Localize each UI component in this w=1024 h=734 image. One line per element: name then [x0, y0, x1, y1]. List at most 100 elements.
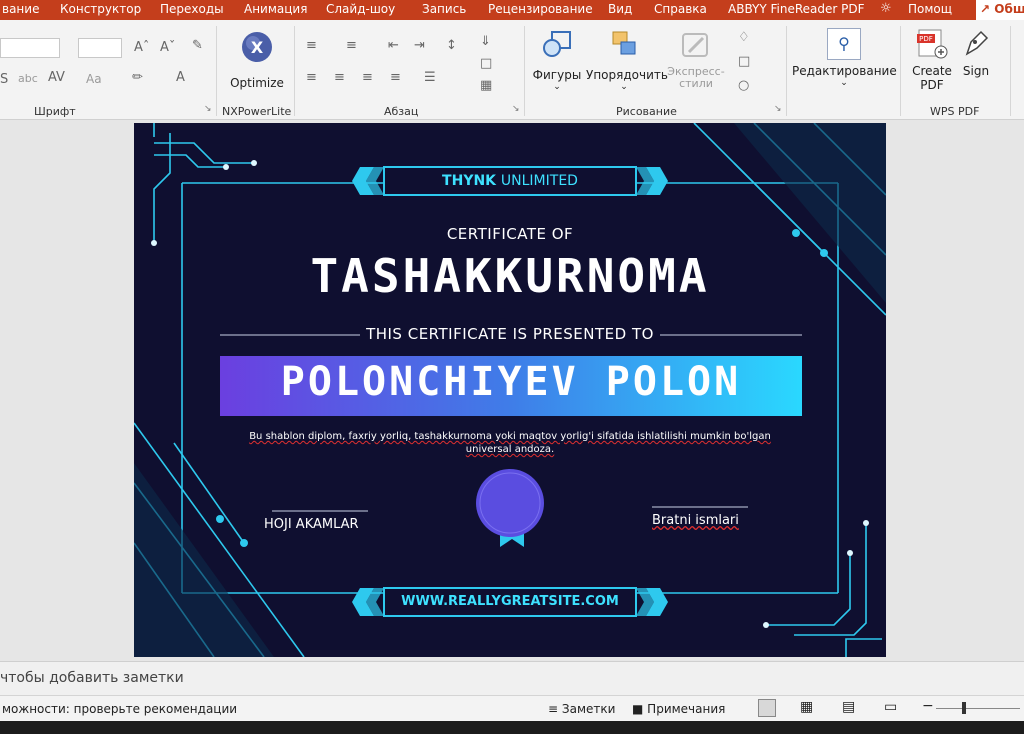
lightbulb-icon[interactable]: ☼ [880, 1, 892, 16]
smartart-icon[interactable]: ▦ [480, 78, 492, 93]
shapes-button[interactable]: Фигуры ⌄ [532, 30, 582, 100]
increase-indent-icon[interactable]: ⇥ [414, 38, 425, 53]
svg-text:PDF: PDF [919, 35, 933, 43]
comment-icon: ■ [632, 702, 644, 716]
menu-bar: вание Конструктор Переходы Анимация Слай… [0, 0, 1024, 20]
brand-light: UNLIMITED [500, 173, 578, 189]
text-direction-icon[interactable]: ⇓ [480, 34, 491, 49]
change-case-icon[interactable]: Aa [86, 72, 102, 86]
normal-view-icon[interactable] [758, 699, 776, 717]
create-pdf-button[interactable]: PDF Create PDF [910, 28, 954, 104]
share-icon: ↗ [980, 2, 991, 16]
columns-icon[interactable]: ☰ [424, 70, 436, 85]
align-text-icon[interactable]: □ [480, 56, 492, 71]
zoom-slider[interactable] [936, 708, 1020, 709]
shape-fill-icon[interactable]: ♢ [738, 30, 750, 45]
notes-toggle-button[interactable]: ≡ Заметки [548, 702, 615, 716]
group-label-wps: WPS PDF [930, 105, 980, 118]
create-pdf-label-2: PDF [920, 78, 944, 92]
slide-sorter-icon[interactable]: ▦ [800, 699, 813, 715]
editing-button[interactable]: ⚲ Редактирование ⌄ [792, 28, 897, 100]
notes-pane[interactable]: чтобы добавить заметки [0, 661, 1024, 695]
signer-right: Bratni ismlari [652, 513, 739, 528]
certificate-title: TASHAKKURNOMA [310, 249, 710, 303]
pdf-icon: PDF [917, 29, 948, 59]
ribbon: Aˆ Aˇ ✎ S abc AV Aa ✏ A Шрифт ↘ X Optimi… [0, 20, 1024, 120]
optimize-button[interactable]: X Optimize [226, 30, 288, 90]
group-label-paragraph: Абзац [384, 105, 419, 118]
certificate-of-text: CERTIFICATE OF [446, 225, 574, 243]
sign-button[interactable]: Sign [958, 28, 994, 98]
decrease-indent-icon[interactable]: ⇤ [388, 38, 399, 53]
recipient-name: POLONCHIYEV POLON [280, 359, 742, 405]
shapes-icon [543, 31, 571, 57]
separator [786, 26, 787, 116]
align-center-icon[interactable]: ≡ [334, 70, 345, 85]
dialog-launcher-icon[interactable]: ↘ [774, 104, 782, 114]
zoom-slider-thumb[interactable] [962, 702, 966, 714]
dialog-launcher-icon[interactable]: ↘ [512, 104, 520, 114]
decrease-font-icon[interactable]: Aˇ [160, 40, 175, 55]
numbering-icon[interactable]: ≡ [346, 38, 357, 53]
menu-tab-animation[interactable]: Анимация [244, 2, 307, 16]
search-icon: ⚲ [827, 28, 861, 60]
optimize-label: Optimize [230, 76, 284, 90]
share-button[interactable]: ↗ Общ [976, 0, 1024, 20]
menu-tab-view[interactable]: Вид [608, 2, 632, 16]
menu-tab-help-search[interactable]: Помощ [908, 2, 952, 16]
accessibility-status[interactable]: можности: проверьте рекомендации [2, 702, 237, 716]
separator [900, 26, 901, 116]
font-name-dropdown[interactable] [0, 38, 60, 58]
menu-tab-slideshow[interactable]: Слайд-шоу [326, 2, 395, 16]
pen-sign-icon [965, 30, 989, 56]
menu-tab-abbyy[interactable]: ABBYY FineReader PDF [728, 2, 865, 16]
sign-label: Sign [962, 64, 990, 78]
bold-icon[interactable]: S [0, 72, 8, 87]
chevron-down-icon: ⌄ [840, 78, 848, 88]
shape-outline-icon[interactable]: □ [738, 54, 750, 69]
dialog-launcher-icon[interactable]: ↘ [204, 104, 212, 114]
menu-tab-constructor[interactable]: Конструктор [60, 2, 141, 16]
arrange-button[interactable]: Упорядочить ⌄ [586, 30, 668, 100]
shape-effects-icon[interactable]: ○ [738, 78, 749, 93]
increase-font-icon[interactable]: Aˆ [134, 40, 149, 55]
certificate-description: Bu shablon diplom, faxriy yorliq, tashak… [249, 431, 771, 455]
slideshow-icon[interactable]: ▭ [884, 699, 897, 715]
editing-label: Редактирование [792, 64, 897, 78]
menu-tab-design[interactable]: вание [2, 2, 39, 16]
font-size-dropdown[interactable] [78, 38, 122, 58]
clear-format-icon[interactable]: ✎ [192, 38, 203, 53]
align-right-icon[interactable]: ≡ [362, 70, 373, 85]
justify-icon[interactable]: ≡ [390, 70, 401, 85]
menu-tab-record[interactable]: Запись [422, 2, 466, 16]
brand-name: THYNK UNLIMITED [384, 167, 636, 195]
presented-to-text: THIS CERTIFICATE IS PRESENTED TO [366, 325, 654, 343]
chevron-down-icon: ⌄ [620, 82, 628, 92]
arrange-label: Упорядочить [586, 68, 668, 82]
font-color-icon[interactable]: A [176, 70, 185, 85]
menu-tab-help[interactable]: Справка [654, 2, 707, 16]
strikethrough-icon[interactable]: abc [18, 72, 38, 85]
notes-placeholder: чтобы добавить заметки [0, 670, 184, 686]
svg-text:X: X [251, 38, 264, 57]
highlight-icon[interactable]: ✏ [132, 70, 143, 85]
website-text: WWW.REALLYGREATSITE.COM [401, 594, 619, 609]
zoom-out-icon[interactable]: − [922, 698, 934, 714]
bullets-icon[interactable]: ≡ [306, 38, 317, 53]
award-badge-icon [476, 469, 544, 547]
quick-styles-icon [682, 33, 708, 57]
line-spacing-icon[interactable]: ↕ [446, 38, 457, 53]
align-left-icon[interactable]: ≡ [306, 70, 317, 85]
group-label-font: Шрифт [34, 105, 76, 118]
menu-tab-review[interactable]: Рецензирование [488, 2, 593, 16]
separator [1010, 26, 1011, 116]
notes-icon: ≡ [548, 702, 559, 716]
certificate-slide[interactable]: THYNK UNLIMITED CERTIFICATE OF TASHAKKUR… [134, 123, 886, 657]
quick-styles-button[interactable]: Экспресс- стили [664, 30, 728, 100]
reading-view-icon[interactable]: ▤ [842, 699, 855, 715]
comments-toggle-button[interactable]: ■ Примечания [632, 702, 725, 716]
menu-tab-transitions[interactable]: Переходы [160, 2, 224, 16]
group-label-drawing: Рисование [616, 105, 677, 118]
separator [524, 26, 525, 116]
spacing-icon[interactable]: AV [48, 70, 65, 85]
